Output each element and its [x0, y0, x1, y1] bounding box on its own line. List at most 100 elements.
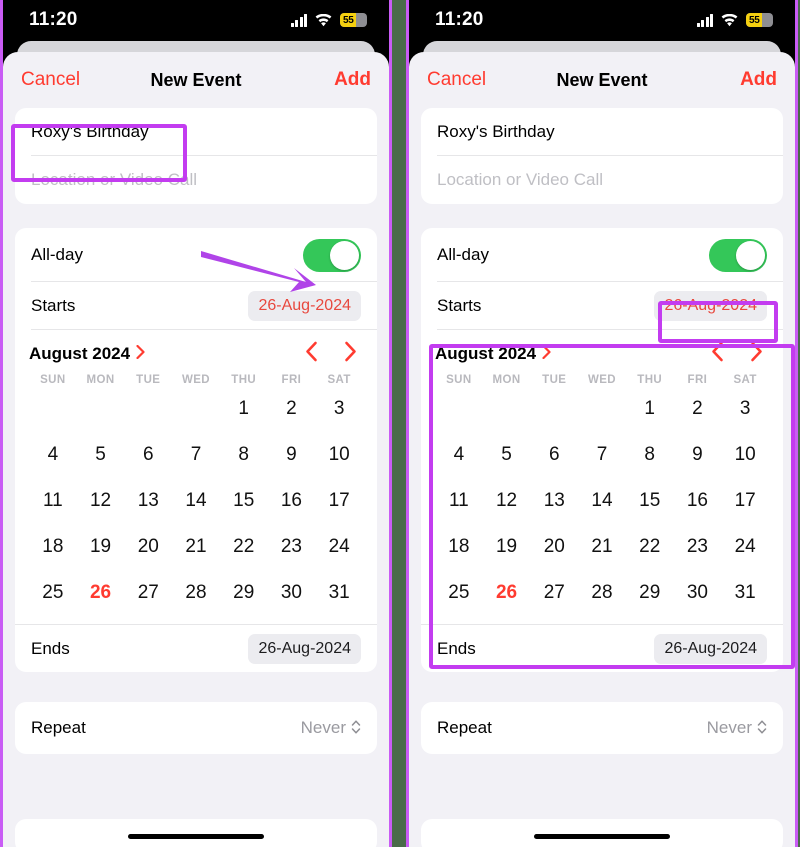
starts-date-chip[interactable]: 26-Aug-2024: [248, 291, 361, 321]
calendar-day[interactable]: 4: [29, 432, 77, 478]
calendar-day[interactable]: 9: [268, 432, 316, 478]
location-input[interactable]: Location or Video Call: [31, 170, 197, 190]
calendar-day[interactable]: 24: [721, 524, 769, 570]
prev-month-button[interactable]: [711, 341, 724, 367]
title-field-row[interactable]: Roxy's Birthday: [421, 108, 783, 156]
calendar-day[interactable]: 11: [29, 478, 77, 524]
calendar-day[interactable]: 23: [268, 524, 316, 570]
calendar-day[interactable]: 18: [435, 524, 483, 570]
calendar-day[interactable]: 31: [315, 570, 363, 616]
calendar-day[interactable]: 28: [578, 570, 626, 616]
all-day-toggle[interactable]: [709, 238, 767, 272]
event-title-input[interactable]: Roxy's Birthday: [31, 122, 149, 142]
calendar-day[interactable]: 17: [315, 478, 363, 524]
calendar-day[interactable]: 20: [530, 524, 578, 570]
title-field-row[interactable]: Roxy's Birthday: [15, 108, 377, 156]
calendar-header: August 2024: [435, 336, 769, 372]
calendar-day[interactable]: 16: [268, 478, 316, 524]
calendar-day-empty: [530, 386, 578, 432]
calendar-day[interactable]: 19: [483, 524, 531, 570]
repeat-row[interactable]: Repeat Never: [15, 702, 377, 754]
calendar-day[interactable]: 25: [29, 570, 77, 616]
calendar-day[interactable]: 6: [530, 432, 578, 478]
ends-date-chip[interactable]: 26-Aug-2024: [654, 633, 767, 664]
calendar-day[interactable]: 19: [77, 524, 125, 570]
calendar-day[interactable]: 12: [483, 478, 531, 524]
starts-label: Starts: [31, 296, 76, 315]
calendar-day[interactable]: 21: [578, 524, 626, 570]
calendar-day[interactable]: 13: [530, 478, 578, 524]
calendar-day[interactable]: 21: [172, 524, 220, 570]
calendar-day[interactable]: 8: [220, 432, 268, 478]
calendar-day[interactable]: 2: [268, 386, 316, 432]
calendar-day[interactable]: 5: [483, 432, 531, 478]
cancel-button[interactable]: Cancel: [427, 69, 486, 91]
calendar-day[interactable]: 13: [124, 478, 172, 524]
calendar-day[interactable]: 7: [172, 432, 220, 478]
calendar-day[interactable]: 5: [77, 432, 125, 478]
calendar-day[interactable]: 4: [435, 432, 483, 478]
month-selector[interactable]: August 2024: [29, 344, 145, 364]
calendar-day[interactable]: 30: [268, 570, 316, 616]
event-title-input[interactable]: Roxy's Birthday: [437, 122, 555, 142]
calendar-day[interactable]: 28: [172, 570, 220, 616]
battery-icon: 55: [746, 13, 773, 27]
starts-date-chip[interactable]: 26-Aug-2024: [654, 291, 767, 321]
calendar-day[interactable]: 10: [721, 432, 769, 478]
calendar-day[interactable]: 17: [721, 478, 769, 524]
calendar-day[interactable]: 1: [626, 386, 674, 432]
calendar-day[interactable]: 12: [77, 478, 125, 524]
home-indicator: [128, 834, 264, 839]
calendar-day[interactable]: 23: [674, 524, 722, 570]
month-selector[interactable]: August 2024: [435, 344, 551, 364]
calendar-day[interactable]: 22: [220, 524, 268, 570]
calendar-day[interactable]: 9: [674, 432, 722, 478]
cancel-button[interactable]: Cancel: [21, 69, 80, 91]
calendar-day[interactable]: 3: [315, 386, 363, 432]
calendar-day[interactable]: 10: [315, 432, 363, 478]
calendar-day[interactable]: 8: [626, 432, 674, 478]
calendar-day[interactable]: 6: [124, 432, 172, 478]
calendar-day[interactable]: 14: [172, 478, 220, 524]
calendar-day-selected[interactable]: 26: [77, 570, 125, 616]
calendar-day[interactable]: 27: [124, 570, 172, 616]
calendar-day[interactable]: 20: [124, 524, 172, 570]
repeat-value-selector[interactable]: Never: [707, 718, 767, 738]
calendar-day[interactable]: 15: [220, 478, 268, 524]
calendar-day[interactable]: 29: [220, 570, 268, 616]
repeat-row[interactable]: Repeat Never: [421, 702, 783, 754]
calendar-day[interactable]: 24: [315, 524, 363, 570]
home-indicator: [534, 834, 670, 839]
add-button[interactable]: Add: [334, 69, 371, 91]
location-input[interactable]: Location or Video Call: [437, 170, 603, 190]
calendar-day[interactable]: 31: [721, 570, 769, 616]
calendar-day[interactable]: 3: [721, 386, 769, 432]
next-month-button[interactable]: [344, 341, 357, 367]
next-month-button[interactable]: [750, 341, 763, 367]
add-button[interactable]: Add: [740, 69, 777, 91]
calendar-day[interactable]: 18: [29, 524, 77, 570]
calendar-day[interactable]: 15: [626, 478, 674, 524]
all-day-toggle[interactable]: [303, 238, 361, 272]
weekday-label-fri: FRI: [687, 374, 708, 386]
location-field-row[interactable]: Location or Video Call: [15, 156, 377, 204]
status-clock: 11:20: [435, 9, 484, 30]
prev-month-button[interactable]: [305, 341, 318, 367]
calendar-day[interactable]: 29: [626, 570, 674, 616]
calendar-day[interactable]: 11: [435, 478, 483, 524]
repeat-value-selector[interactable]: Never: [301, 718, 361, 738]
calendar-day[interactable]: 7: [578, 432, 626, 478]
calendar-day[interactable]: 1: [220, 386, 268, 432]
calendar-day[interactable]: 16: [674, 478, 722, 524]
location-field-row[interactable]: Location or Video Call: [421, 156, 783, 204]
calendar-day-empty: [29, 386, 77, 432]
calendar-day[interactable]: 14: [578, 478, 626, 524]
calendar-day[interactable]: 25: [435, 570, 483, 616]
calendar-day[interactable]: 30: [674, 570, 722, 616]
calendar-day[interactable]: 27: [530, 570, 578, 616]
calendar-day[interactable]: 22: [626, 524, 674, 570]
calendar-day-selected[interactable]: 26: [483, 570, 531, 616]
ends-date-chip[interactable]: 26-Aug-2024: [248, 633, 361, 664]
status-bar-right: 11:20 55: [409, 0, 795, 40]
calendar-day[interactable]: 2: [674, 386, 722, 432]
